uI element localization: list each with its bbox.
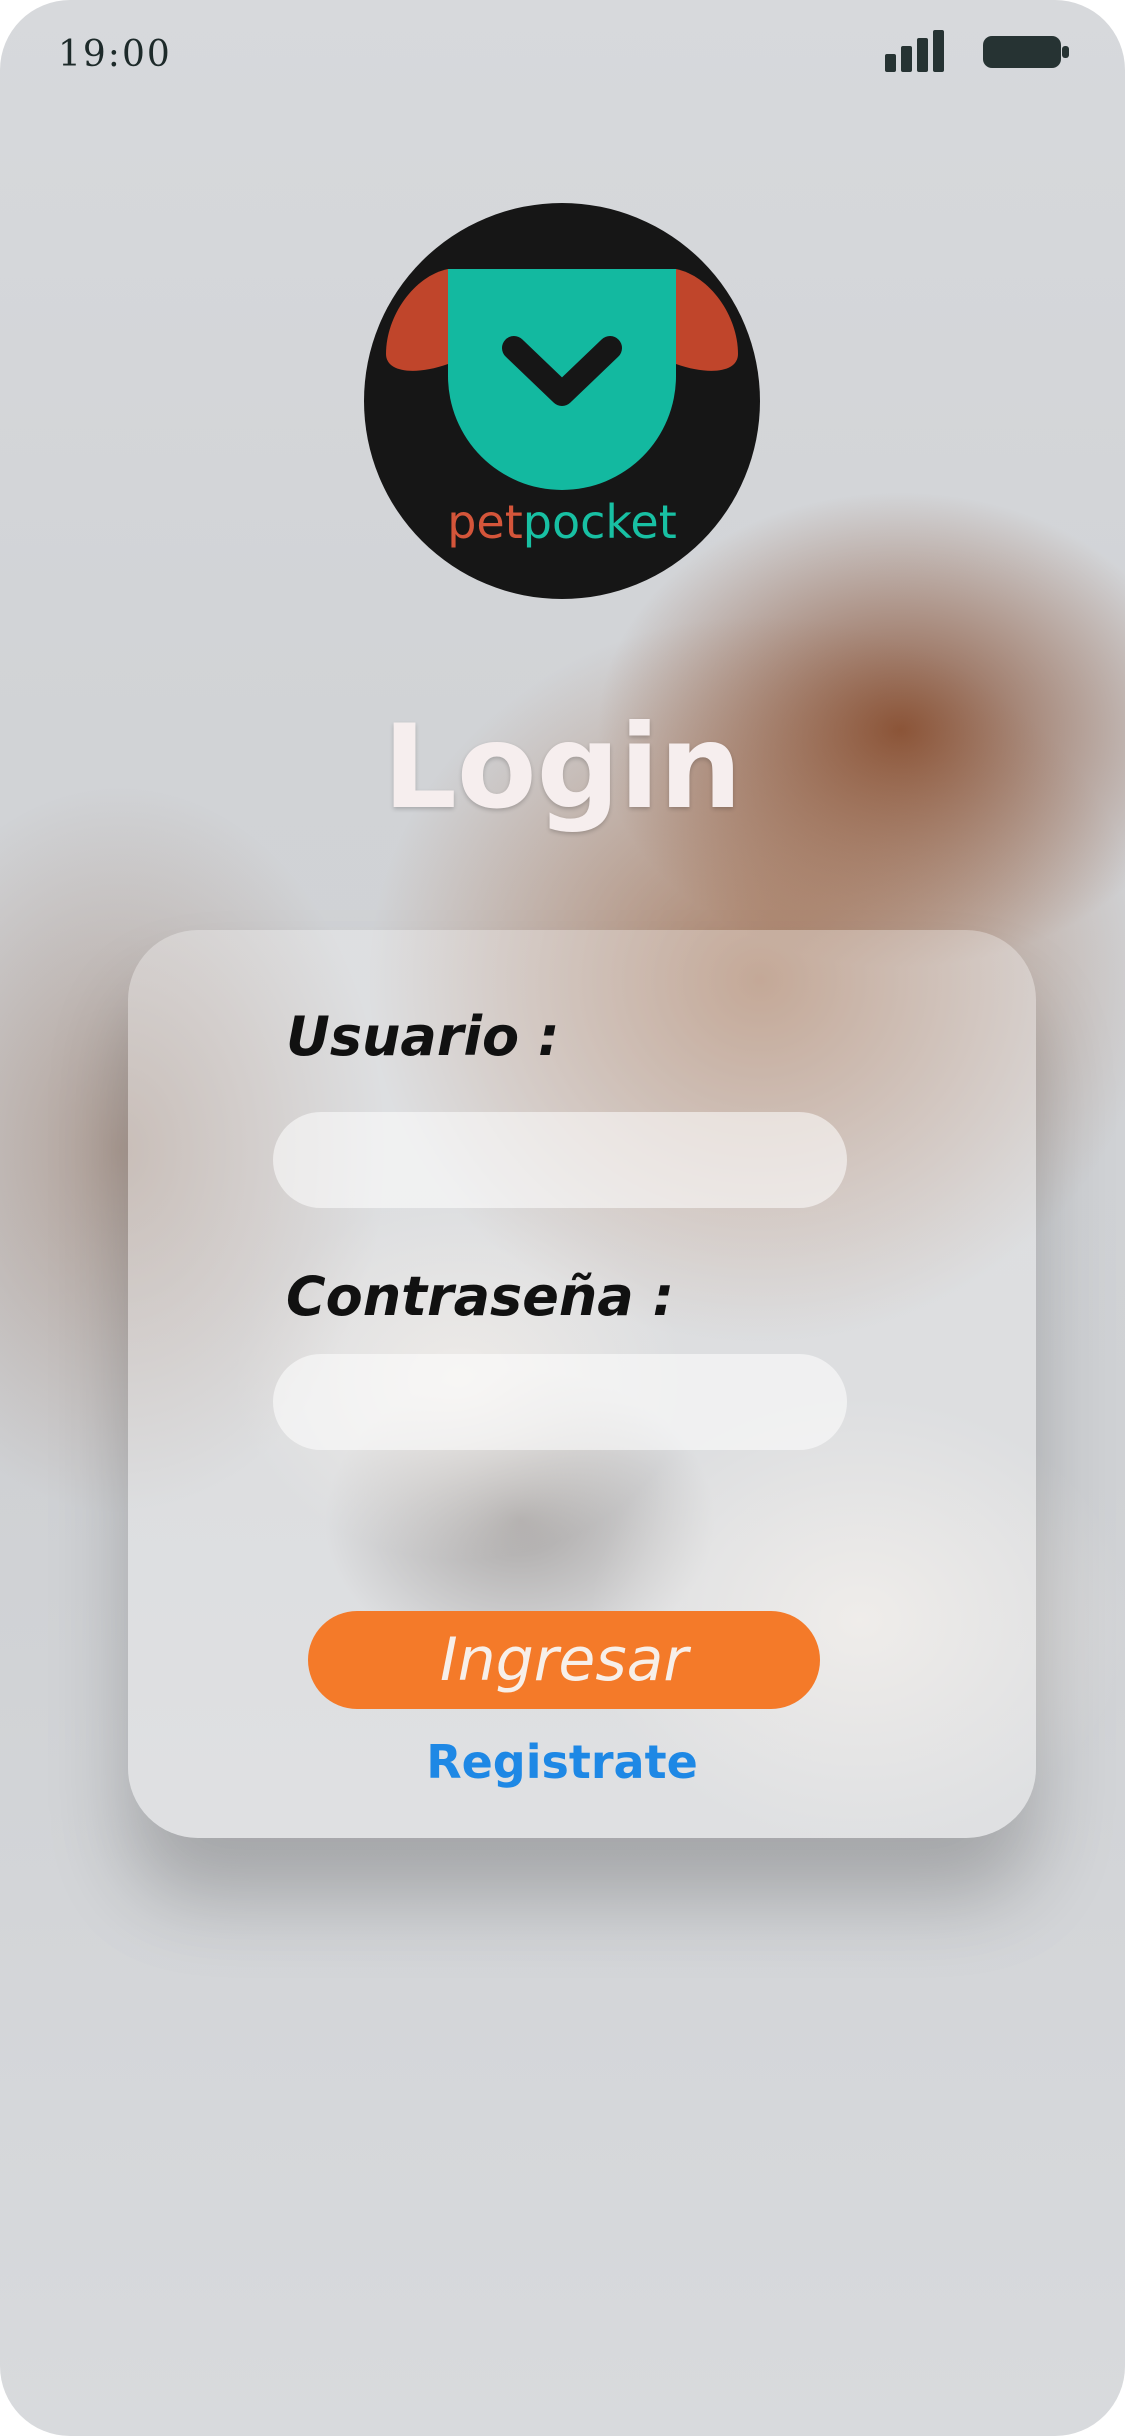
signal-bars-icon — [885, 30, 944, 72]
login-card: Usuario : Contraseña : Ingresar Registra… — [128, 930, 1036, 1838]
logo-brand-pocket: pocket — [523, 495, 677, 549]
page-title: Login — [383, 700, 742, 835]
petpocket-logo: petpocket — [364, 203, 760, 599]
username-label: Usuario : — [286, 1005, 560, 1068]
svg-text:petpocket: petpocket — [447, 495, 677, 549]
password-label: Contraseña : — [286, 1265, 675, 1328]
username-input[interactable] — [273, 1112, 847, 1208]
status-time: 19:00 — [58, 34, 172, 75]
login-button[interactable]: Ingresar — [308, 1611, 820, 1709]
login-screen: 19:00 petpocket Login Usuario : Contrase… — [0, 0, 1125, 2436]
status-bar: 19:00 — [0, 0, 1125, 110]
register-link[interactable]: Registrate — [128, 1735, 996, 1789]
password-input[interactable] — [273, 1354, 847, 1450]
battery-icon — [983, 36, 1069, 68]
logo-brand-pet: pet — [447, 495, 523, 549]
